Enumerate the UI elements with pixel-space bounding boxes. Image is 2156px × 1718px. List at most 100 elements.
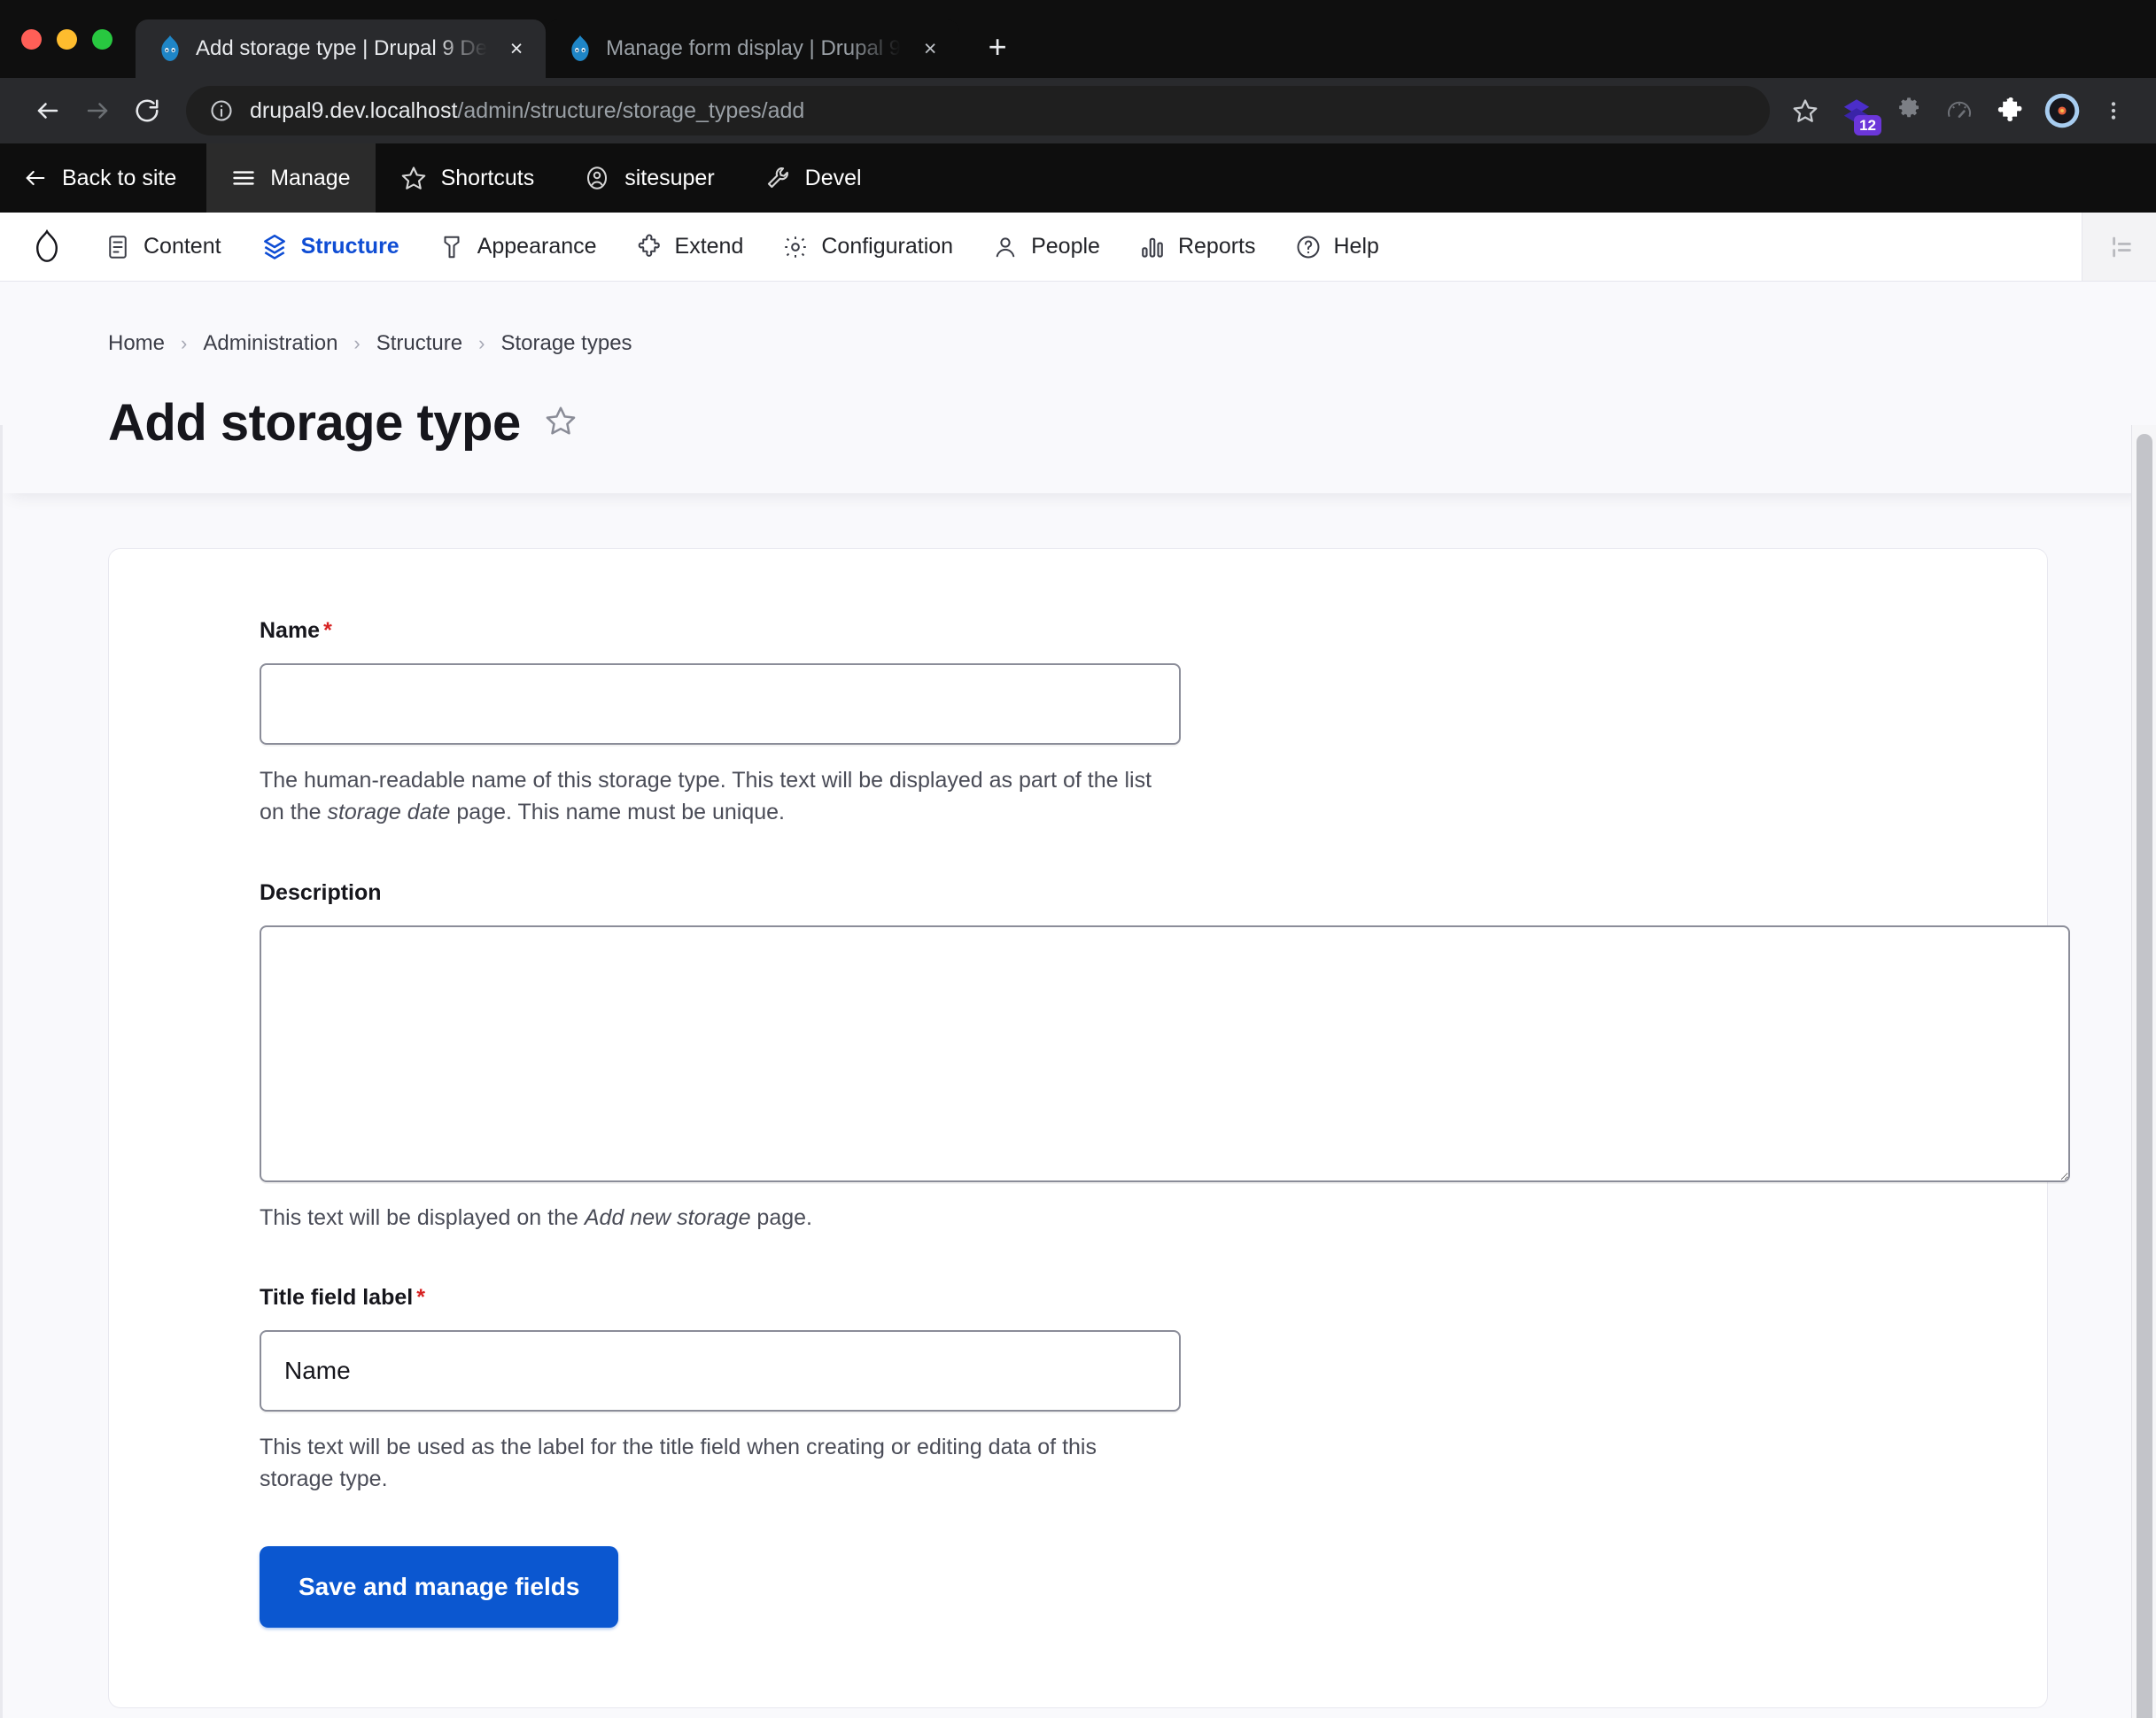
nav-item-label: Structure	[301, 234, 399, 259]
drupal-drop-icon[interactable]	[0, 213, 85, 281]
drupal-icon	[159, 35, 182, 62]
breadcrumb-separator: ›	[181, 332, 187, 355]
scrollbar-thumb[interactable]	[2137, 434, 2152, 1718]
browser-toolbar: drupal9.dev.localhost/admin/structure/st…	[0, 78, 2156, 143]
close-tab-button[interactable]: ×	[501, 34, 531, 64]
star-outline-icon[interactable]	[544, 404, 578, 442]
admin-item-sitesuper[interactable]: sitesuper	[559, 143, 739, 213]
page-body: Home › Administration › Structure › Stor…	[0, 282, 2156, 1718]
description-help-before: This text will be displayed on the	[260, 1205, 585, 1230]
browser-tab-active[interactable]: Add storage type | Drupal 9 De ×	[136, 19, 546, 78]
url-host: drupal9.dev.localhost	[250, 98, 457, 123]
hamburger-icon	[231, 166, 256, 190]
admin-item-back-to-site[interactable]: Back to site	[0, 143, 206, 213]
nav-item-content[interactable]: Content	[85, 213, 241, 281]
admin-item-manage[interactable]: Manage	[206, 143, 375, 213]
wrench-icon	[764, 165, 791, 191]
field-name: Name* The human-readable name of this st…	[109, 618, 2047, 829]
breadcrumb-separator: ›	[478, 332, 485, 355]
admin-item-label: Shortcuts	[441, 166, 535, 191]
nav-item-label: Appearance	[477, 234, 597, 259]
field-title-field-label: Title field label* This text will be use…	[109, 1285, 2047, 1496]
user-circle-icon	[584, 165, 610, 191]
breadcrumb-item-storage-types[interactable]: Storage types	[500, 331, 632, 356]
nav-item-help[interactable]: Help	[1276, 213, 1399, 281]
breadcrumb-item-structure[interactable]: Structure	[376, 331, 462, 356]
puzzle-extensions-icon[interactable]	[1988, 88, 2034, 134]
nav-item-label: People	[1031, 234, 1100, 259]
nav-item-structure[interactable]: Structure	[241, 213, 419, 281]
orientation-toggle-icon[interactable]	[2082, 213, 2156, 281]
required-marker: *	[323, 618, 332, 643]
breadcrumb-item-administration[interactable]: Administration	[203, 331, 337, 356]
description-help-text: This text will be displayed on the Add n…	[260, 1202, 1950, 1234]
page-scrollbar[interactable]	[2131, 425, 2156, 1718]
drupal-admin-nav: Content Structure Appearance Extend Conf…	[0, 213, 2156, 282]
profile-avatar-icon[interactable]	[2039, 88, 2085, 134]
admin-item-label: Devel	[805, 166, 862, 191]
page-header: Home › Administration › Structure › Stor…	[0, 282, 2156, 493]
breadcrumb-item-home[interactable]: Home	[108, 331, 165, 356]
nav-item-people[interactable]: People	[973, 213, 1120, 281]
nav-item-reports[interactable]: Reports	[1120, 213, 1276, 281]
description-help-emphasis: Add new storage	[585, 1205, 751, 1230]
title-field-label-input[interactable]	[260, 1330, 1181, 1412]
chrome-menu-icon[interactable]	[2090, 88, 2137, 134]
nav-item-label: Reports	[1178, 234, 1256, 259]
drupal-icon	[569, 35, 592, 62]
admin-item-shortcuts[interactable]: Shortcuts	[376, 143, 560, 213]
window-controls	[21, 29, 112, 78]
toolbar-actions: 12	[1782, 88, 2137, 134]
reload-icon[interactable]	[122, 86, 172, 135]
breadcrumb-separator: ›	[353, 332, 360, 355]
description-textarea[interactable]	[260, 925, 2070, 1182]
forward-icon[interactable]	[73, 86, 122, 135]
close-tab-button[interactable]: ×	[915, 34, 945, 64]
gear-extension-icon[interactable]	[1885, 88, 1931, 134]
site-info-icon[interactable]	[209, 98, 234, 123]
bookmark-star-icon[interactable]	[1782, 88, 1828, 134]
extension-badge-count: 12	[1854, 115, 1881, 135]
content-icon	[105, 234, 131, 260]
admin-item-label: Back to site	[62, 166, 176, 191]
layers-extension-icon[interactable]: 12	[1834, 88, 1880, 134]
people-icon	[992, 234, 1019, 260]
name-input[interactable]	[260, 663, 1181, 745]
close-window-button[interactable]	[21, 29, 42, 50]
address-bar[interactable]: drupal9.dev.localhost/admin/structure/st…	[186, 86, 1770, 135]
title-field-label-help-text: This text will be used as the label for …	[260, 1431, 1163, 1496]
nav-item-label: Help	[1334, 234, 1379, 259]
admin-item-label: sitesuper	[624, 166, 714, 191]
appearance-icon	[438, 234, 465, 260]
minimize-window-button[interactable]	[57, 29, 77, 50]
form-card: Name* The human-readable name of this st…	[108, 548, 2048, 1708]
url-text: drupal9.dev.localhost/admin/structure/st…	[250, 98, 804, 124]
window-left-edge	[0, 425, 3, 1718]
description-label: Description	[260, 880, 382, 906]
name-help-after: page. This name must be unique.	[450, 800, 785, 824]
name-help-emphasis: storage date	[327, 800, 450, 824]
name-help-text: The human-readable name of this storage …	[260, 764, 1163, 829]
name-label-text: Name	[260, 618, 320, 643]
help-question-icon	[1295, 234, 1322, 260]
new-tab-button[interactable]: +	[975, 25, 1020, 69]
browser-tab-inactive[interactable]: Manage form display | Drupal 9 ×	[546, 19, 959, 78]
page-title: Add storage type	[108, 393, 521, 453]
nav-item-label: Content	[143, 234, 221, 259]
back-icon[interactable]	[23, 86, 73, 135]
title-field-label-label: Title field label*	[260, 1285, 425, 1311]
save-and-manage-fields-button[interactable]: Save and manage fields	[260, 1546, 618, 1628]
nav-item-extend[interactable]: Extend	[617, 213, 764, 281]
nav-item-configuration[interactable]: Configuration	[763, 213, 973, 281]
nav-item-appearance[interactable]: Appearance	[419, 213, 617, 281]
speedometer-extension-icon[interactable]	[1936, 88, 1982, 134]
configuration-gear-icon	[782, 234, 809, 260]
nav-item-label: Configuration	[821, 234, 953, 259]
nav-item-label: Extend	[675, 234, 744, 259]
admin-item-devel[interactable]: Devel	[740, 143, 887, 213]
reports-chart-icon	[1139, 234, 1166, 260]
maximize-window-button[interactable]	[92, 29, 112, 50]
drupal-admin-toolbar: Back to site Manage Shortcuts sitesuper …	[0, 143, 2156, 213]
name-label: Name*	[260, 618, 332, 644]
breadcrumb: Home › Administration › Structure › Stor…	[0, 282, 2156, 356]
